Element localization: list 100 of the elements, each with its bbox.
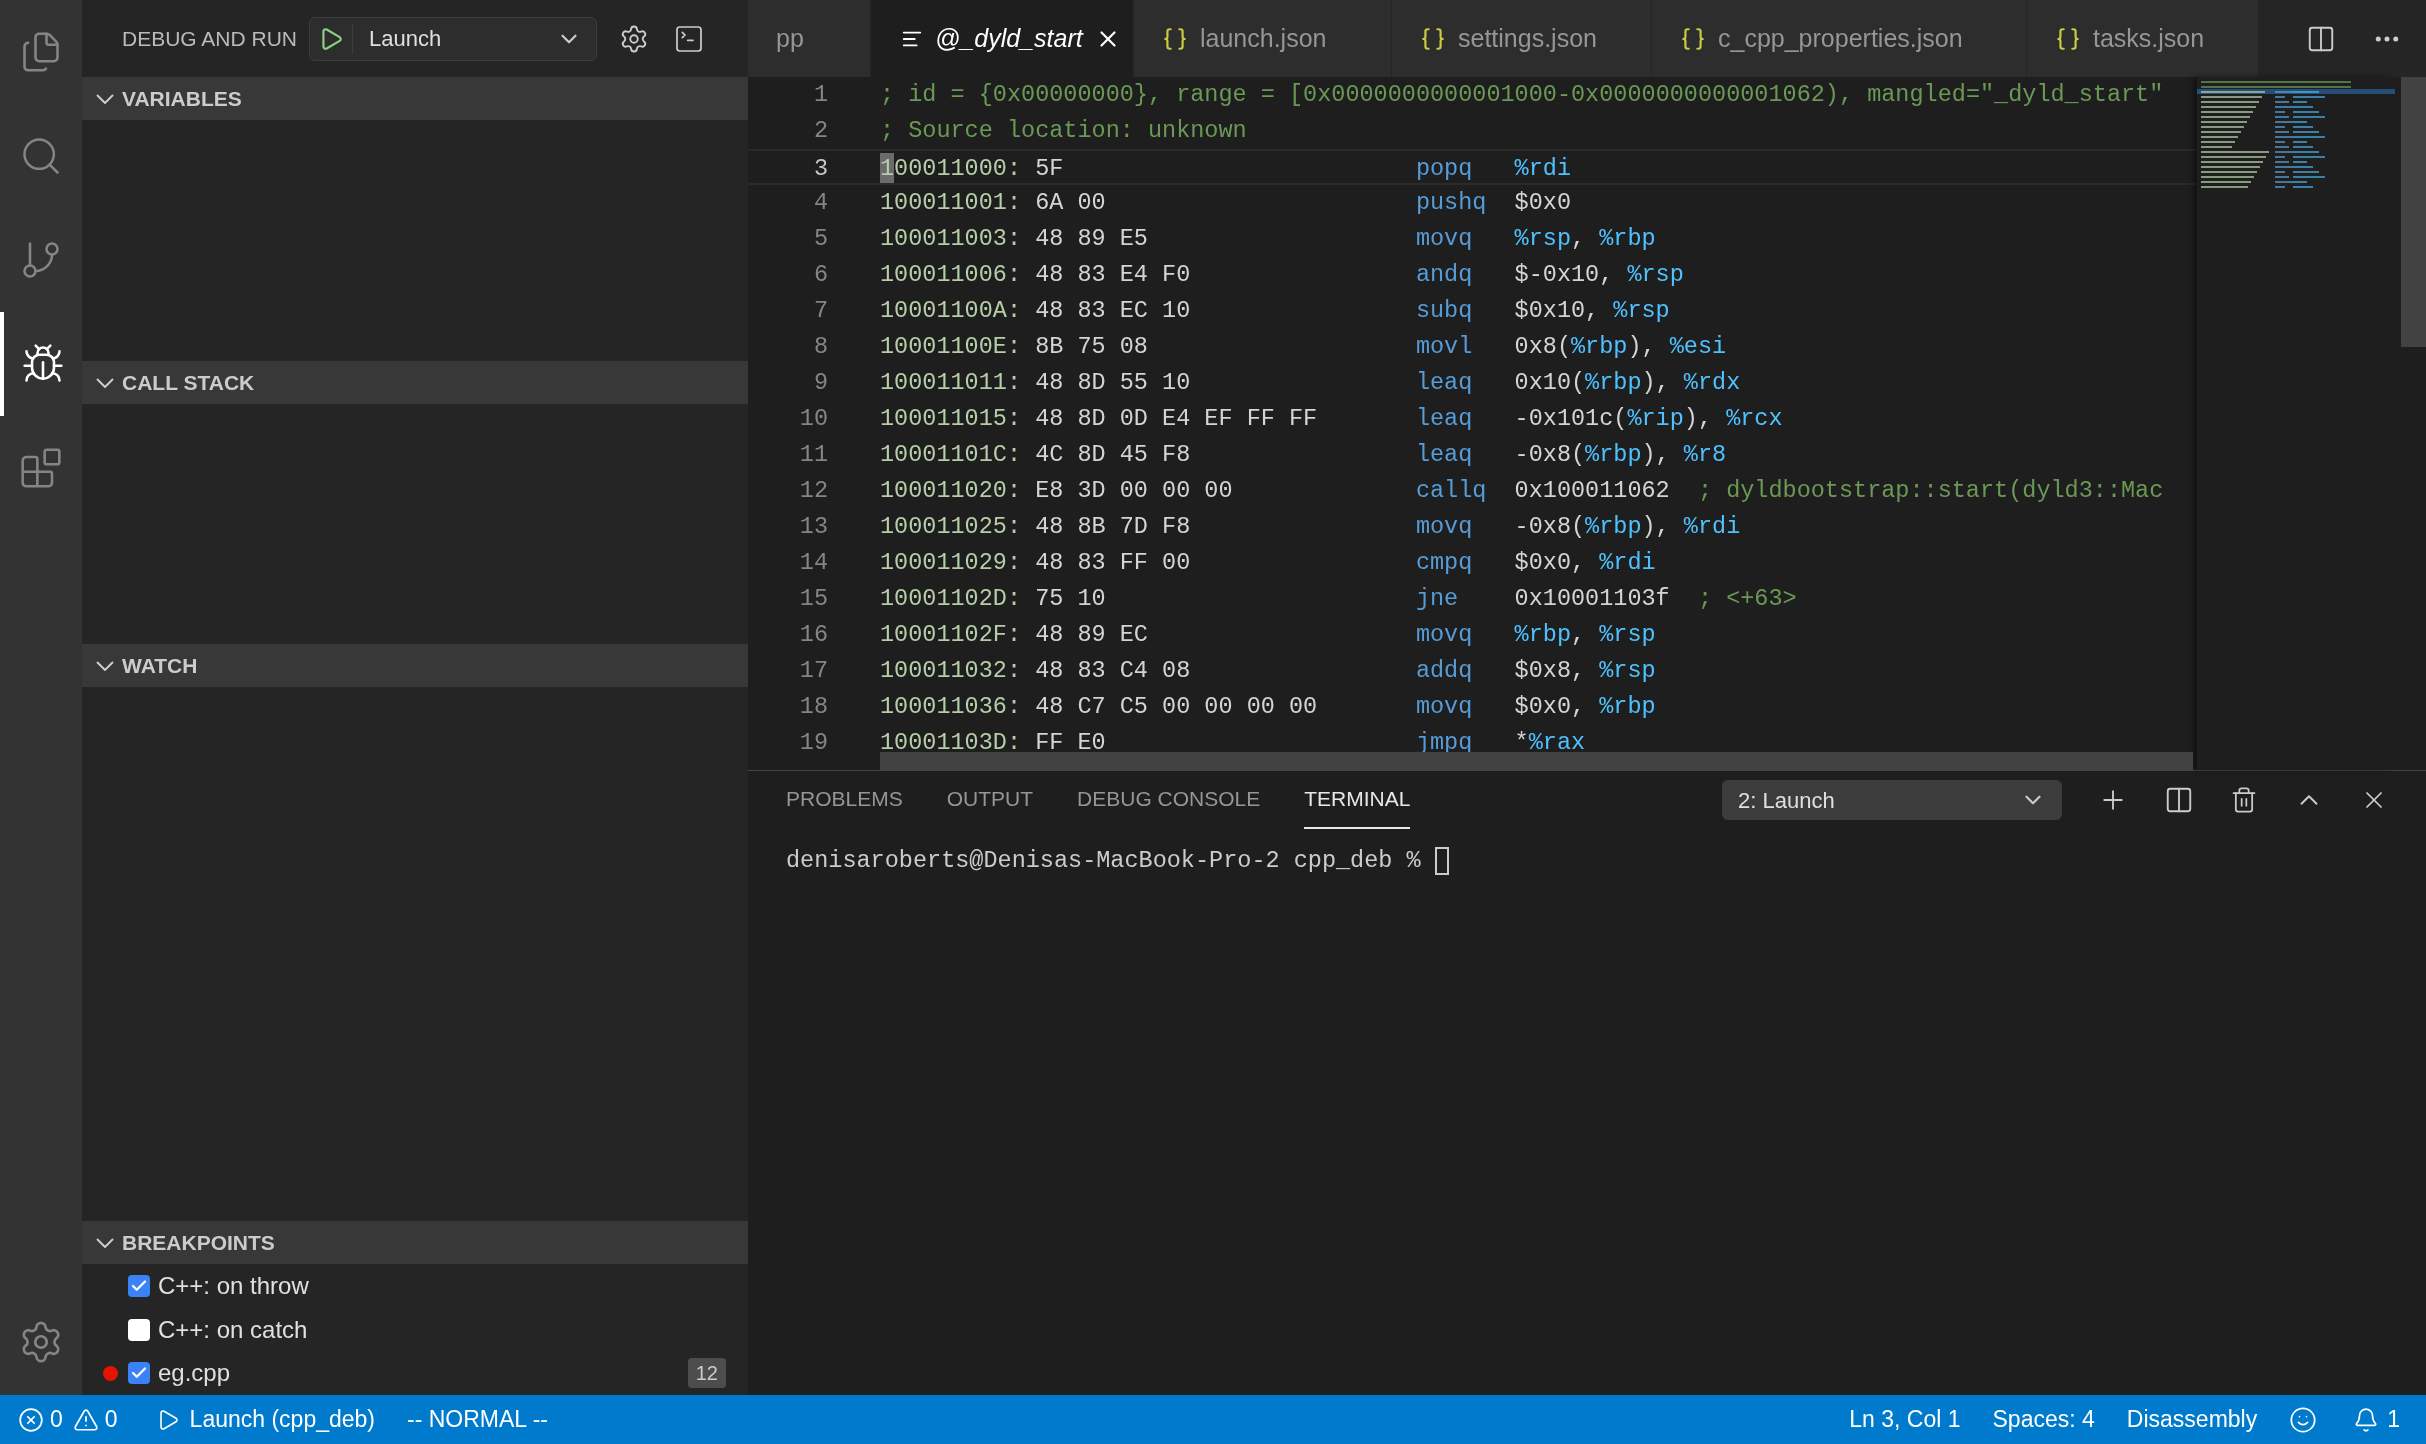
operands: %rsp, %rbp: [1514, 224, 1656, 254]
operands: $0x10, %rsp: [1514, 296, 1670, 326]
mnemonic: jne: [1415, 584, 1460, 614]
line-number-badge: 12: [687, 1358, 726, 1389]
mnemonic: andq: [1415, 260, 1474, 290]
chevron-down-icon: [96, 660, 114, 671]
tab-label: launch.json: [1200, 22, 1327, 54]
tab-label: tasks.json: [2093, 22, 2205, 54]
mnemonic: pushq: [1415, 188, 1488, 218]
line-number: 9: [812, 368, 828, 398]
operands: $0x0, %rdi: [1514, 548, 1656, 578]
editor-tab[interactable]: tasks.json: [2027, 0, 2259, 77]
address: 10001103D:: [880, 728, 1022, 758]
panel-tab[interactable]: DEBUG CONSOLE: [1077, 771, 1261, 829]
line-number: 18: [798, 692, 828, 722]
mnemonic: subq: [1415, 296, 1474, 326]
operands: %rbp, %rsp: [1514, 620, 1656, 650]
editor-tab[interactable]: c_cpp_properties.json: [1652, 0, 2027, 77]
error-count[interactable]: 0: [50, 1402, 63, 1437]
operands: 0x8(%rbp), %esi: [1514, 332, 1727, 362]
line-number: 6: [812, 260, 828, 290]
line-number: 2: [812, 116, 828, 146]
address: 100011025:: [880, 512, 1022, 542]
breakpoint-checkbox[interactable]: [128, 1318, 150, 1341]
mnemonic: movq: [1415, 224, 1474, 254]
line-number: 1: [812, 80, 828, 110]
instruction-bytes: FF E0: [1035, 728, 1106, 758]
cursor-position[interactable]: Ln 3, Col 1: [1849, 1402, 1961, 1437]
operands: $0x0, %rbp: [1514, 692, 1656, 722]
instruction-bytes: 48 8D 55 10: [1035, 368, 1191, 398]
comment: ; Source location: unknown: [880, 116, 1247, 146]
line-number: 4: [812, 188, 828, 218]
section-header[interactable]: WATCH: [82, 644, 748, 687]
chevron-down-icon: [96, 93, 114, 104]
section-header[interactable]: BREAKPOINTS: [82, 1221, 748, 1264]
operands: *%rax: [1514, 728, 1586, 758]
address: 10001102F:: [880, 620, 1022, 650]
editor-tab[interactable]: pp: [748, 0, 871, 77]
line-number: 5: [812, 224, 828, 254]
chevron-down-icon: [96, 377, 114, 388]
line-number: 8: [812, 332, 828, 362]
line-number: 7: [812, 296, 828, 326]
address: 100011015:: [880, 404, 1022, 434]
tab-label: pp: [776, 22, 804, 54]
vertical-scrollbar[interactable]: [2401, 77, 2426, 347]
address: 100011020:: [880, 476, 1022, 506]
section-header[interactable]: CALL STACK: [82, 361, 748, 404]
instruction-bytes: 4C 8D 45 F8: [1035, 440, 1191, 470]
notification-count[interactable]: 1: [2387, 1402, 2400, 1437]
line-number: 13: [798, 512, 828, 542]
mnemonic: callq: [1415, 476, 1488, 506]
breakpoint-checkbox[interactable]: [128, 1362, 150, 1385]
editor-tab[interactable]: launch.json: [1134, 0, 1392, 77]
trash-icon[interactable]: [2230, 786, 2258, 814]
terminal-prompt: denisaroberts@Denisas-MacBook-Pro-2 cpp_deb %: [786, 846, 1421, 876]
panel-tab[interactable]: TERMINAL: [1304, 771, 1411, 829]
address: 100011003:: [880, 224, 1022, 254]
line-number: 10: [798, 404, 828, 434]
editor-tab[interactable]: settings.json: [1392, 0, 1652, 77]
panel-tab[interactable]: PROBLEMS: [786, 771, 903, 829]
indentation[interactable]: Spaces: 4: [1992, 1402, 2095, 1437]
feedback-icon[interactable]: [2289, 1405, 2318, 1434]
mnemonic: movq: [1415, 692, 1474, 722]
tab-label: @_dyld_start: [935, 22, 1083, 54]
breakpoint-label: C++: on throw: [158, 1270, 310, 1301]
instruction-bytes: 48 83 FF 00: [1035, 548, 1191, 578]
mnemonic: cmpq: [1415, 548, 1474, 578]
horizontal-scrollbar[interactable]: [880, 752, 2193, 770]
breakpoint-checkbox[interactable]: [128, 1274, 150, 1297]
instruction-bytes: 48 8D 0D E4 EF FF FF: [1035, 404, 1318, 434]
comment: ; dyldbootstrap::start(dyld3::Mac: [1697, 476, 2164, 506]
breakpoint-label: C++: on catch: [158, 1314, 309, 1345]
address: 100011006:: [880, 260, 1022, 290]
operands: -0x8(%rbp), %rdi: [1514, 512, 1741, 542]
address: 100011032:: [880, 656, 1022, 686]
split-terminal-icon[interactable]: [2164, 785, 2194, 815]
mnemonic: addq: [1415, 656, 1474, 686]
editor-tab[interactable]: @_dyld_start: [871, 0, 1134, 77]
operands: -0x101c(%rip), %rcx: [1514, 404, 1783, 434]
line-number: 14: [798, 548, 828, 578]
sidebar-title: DEBUG AND RUN: [122, 25, 298, 52]
breakpoint-label: eg.cpp: [158, 1358, 232, 1389]
section-header[interactable]: VARIABLES: [82, 77, 748, 120]
warning-count[interactable]: 0: [104, 1402, 118, 1437]
mnemonic: popq: [1415, 154, 1474, 183]
debug-target[interactable]: Launch (cpp_deb): [189, 1402, 375, 1437]
instruction-bytes: 48 C7 C5 00 00 00 00: [1035, 692, 1318, 722]
terminal-dropdown[interactable]: 2: Launch: [1722, 780, 2062, 820]
language-mode[interactable]: Disassembly: [2126, 1402, 2258, 1437]
configuration-dropdown[interactable]: Launch: [309, 16, 598, 61]
address: 100011001:: [880, 188, 1022, 218]
address: 100011029:: [880, 548, 1022, 578]
comment: ; <+63>: [1697, 584, 1797, 614]
error-icon[interactable]: [18, 1406, 44, 1433]
line-number: 17: [798, 656, 828, 686]
warning-icon[interactable]: [72, 1406, 99, 1433]
instruction-bytes: 48 89 E5: [1035, 224, 1148, 254]
instruction-bytes: 48 83 C4 08: [1035, 656, 1191, 686]
panel-tab[interactable]: OUTPUT: [946, 771, 1034, 829]
section-title: CALL STACK: [122, 369, 255, 396]
